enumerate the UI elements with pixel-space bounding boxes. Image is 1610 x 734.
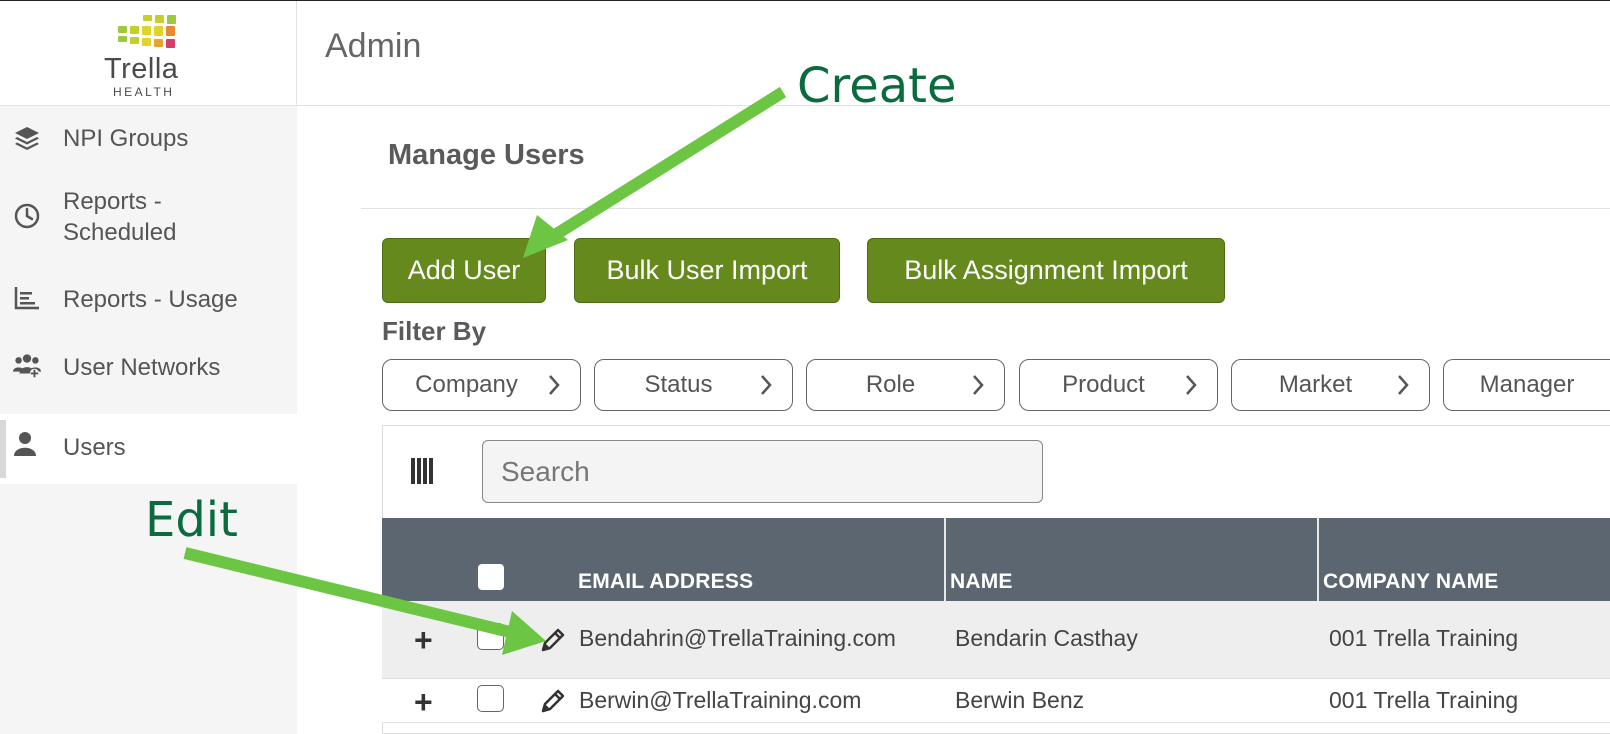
cell-email[interactable]: Bendahrin@TrellaTraining.com <box>579 625 896 652</box>
chevron-right-icon <box>1398 375 1409 395</box>
chevron-right-icon <box>761 375 772 395</box>
chevron-right-icon <box>973 375 984 395</box>
bulk-assignment-import-button[interactable]: Bulk Assignment Import <box>867 238 1225 303</box>
row-checkbox[interactable] <box>477 685 504 712</box>
create-annotation: Create <box>797 58 957 114</box>
layers-icon <box>15 127 39 150</box>
select-all-checkbox[interactable] <box>478 564 504 590</box>
sidebar-item-reports-scheduled[interactable]: Reports - Scheduled <box>0 176 297 258</box>
edit-annotation: Edit <box>145 492 238 548</box>
cell-email[interactable]: Berwin@TrellaTraining.com <box>579 687 861 714</box>
logo-name: Trella <box>104 53 179 85</box>
filter-manager[interactable]: Manager <box>1443 359 1610 411</box>
row-checkbox[interactable] <box>477 623 504 650</box>
bar-chart-icon <box>14 287 39 310</box>
filter-status[interactable]: Status <box>594 359 793 411</box>
filter-label: Market <box>1278 371 1353 398</box>
filter-role[interactable]: Role <box>806 359 1005 411</box>
user-icon <box>14 432 36 456</box>
filter-label: Role <box>865 371 916 398</box>
sidebar-item-label: User Networks <box>63 354 221 381</box>
filter-by-label: Filter By <box>382 316 487 346</box>
column-header-name[interactable]: NAME <box>950 570 1013 594</box>
cell-company: 001 Trella Training <box>1329 687 1519 713</box>
table-row: + Berwin@TrellaTraining.com Berwin Benz … <box>382 679 1610 723</box>
column-header-company[interactable]: COMPANY NAME <box>1323 570 1498 594</box>
pencil-edit-icon[interactable] <box>540 688 566 714</box>
column-separator <box>1317 518 1319 601</box>
bulk-user-import-button[interactable]: Bulk User Import <box>574 238 840 303</box>
logo-mark-icon <box>118 15 176 48</box>
expand-row-icon[interactable]: + <box>414 624 433 656</box>
column-separator <box>944 518 946 601</box>
pencil-edit-icon[interactable] <box>540 627 566 653</box>
table-header: EMAIL ADDRESS NAME COMPANY NAME <box>382 518 1610 601</box>
chevron-right-icon <box>549 375 560 395</box>
cell-name: Berwin Benz <box>955 687 1085 713</box>
sidebar-item-users[interactable]: Users <box>0 414 297 484</box>
chevron-right-icon <box>1186 375 1197 395</box>
expand-row-icon[interactable]: + <box>414 686 433 718</box>
search-input[interactable] <box>482 440 1043 503</box>
logo[interactable]: Trella HEALTH <box>0 1 297 106</box>
sidebar: NPI Groups Reports - Scheduled Reports -… <box>0 106 297 734</box>
logo-subtitle: HEALTH <box>113 85 175 99</box>
sidebar-item-npi-groups[interactable]: NPI Groups <box>0 112 297 166</box>
filter-label: Product <box>1062 371 1145 398</box>
sidebar-item-label: NPI Groups <box>63 125 189 152</box>
sidebar-item-label: Reports - Scheduled <box>63 188 177 246</box>
filter-label: Company <box>415 371 518 398</box>
sidebar-item-label: Users <box>63 434 126 461</box>
filter-label: Status <box>644 371 713 398</box>
users-group-icon <box>13 354 41 379</box>
filter-market[interactable]: Market <box>1231 359 1430 411</box>
cell-name: Bendarin Casthay <box>955 625 1138 651</box>
sidebar-item-reports-usage[interactable]: Reports - Usage <box>0 272 297 328</box>
column-header-email[interactable]: EMAIL ADDRESS <box>578 570 753 594</box>
columns-icon[interactable] <box>411 458 433 484</box>
filter-product[interactable]: Product <box>1019 359 1218 411</box>
page-section-title: Admin <box>325 27 422 65</box>
add-user-button[interactable]: Add User <box>382 238 546 303</box>
sidebar-item-user-networks[interactable]: User Networks <box>0 340 297 396</box>
clock-icon <box>14 203 40 229</box>
page-title: Manage Users <box>388 139 585 171</box>
divider <box>361 208 1610 209</box>
filter-company[interactable]: Company <box>382 359 581 411</box>
cell-company: 001 Trella Training <box>1329 625 1519 651</box>
sidebar-item-label: Reports - Usage <box>63 286 238 313</box>
table-row: + Bendahrin@TrellaTraining.com Bendarin … <box>382 601 1610 679</box>
filter-label: Manager <box>1479 371 1575 398</box>
